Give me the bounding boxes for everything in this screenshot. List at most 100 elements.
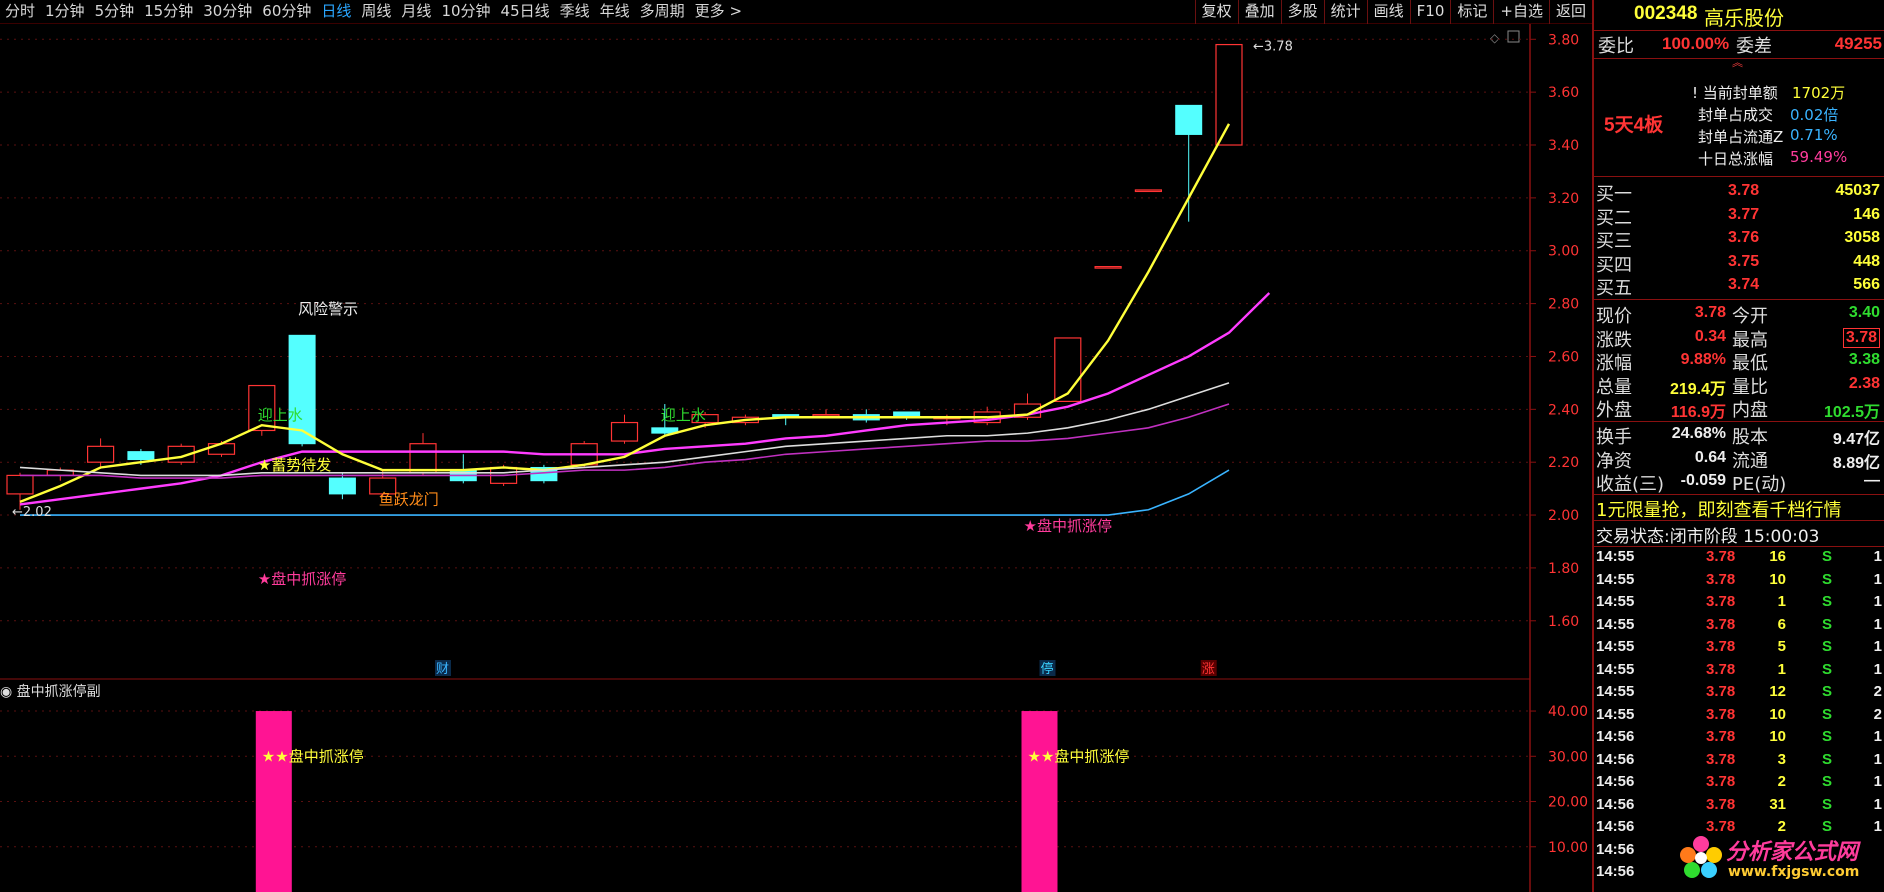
period-tab-1[interactable]: 1分钟: [40, 0, 90, 24]
kline-svg[interactable]: 高乐股份(日线,前复权) ◉ 盘中抓涨停主 主力成本:2.42 短期底部:2.1…: [0, 24, 1592, 680]
tool-button-5[interactable]: F10: [1409, 0, 1451, 24]
quote2-label-0-a: 换手: [1596, 427, 1632, 448]
main-kline-chart[interactable]: 高乐股份(日线,前复权) ◉ 盘中抓涨停主 主力成本:2.42 短期底部:2.1…: [0, 24, 1592, 680]
quote-value-2-b: 3.38: [1848, 351, 1880, 368]
seal-value-2: 0.71%: [1790, 126, 1838, 144]
price-tick-0: 3.80: [1548, 32, 1579, 48]
tick-side-2: S: [1822, 593, 1833, 610]
bid-price-1: 3.77: [1728, 205, 1760, 223]
bid-label-4: 买五: [1596, 278, 1632, 299]
sub-indicator-title[interactable]: ◉ 盘中抓涨停副: [0, 683, 101, 700]
event-tag-1[interactable]: 停: [1041, 661, 1054, 677]
tick-side-6: S: [1822, 683, 1833, 700]
watermark: 分析家公式网 www.fxjgsw.com: [1678, 826, 1882, 888]
tool-button-3[interactable]: 统计: [1323, 0, 1367, 24]
tick-time-9: 14:56: [1596, 750, 1635, 768]
tool-button-6[interactable]: 标记: [1450, 0, 1493, 24]
tool-button-4[interactable]: 画线: [1366, 0, 1410, 24]
quote-label-0-a: 现价: [1596, 306, 1632, 327]
candle-15[interactable]: [610, 414, 639, 444]
candle-body-0: [6, 474, 34, 495]
period-tab-3[interactable]: 15分钟: [139, 0, 198, 24]
tick-time-12: 14:56: [1596, 818, 1635, 835]
settings-diamond-icon[interactable]: ◇: [1490, 31, 1500, 45]
period-tab-6[interactable]: 日线: [316, 0, 356, 24]
tool-button-0[interactable]: 复权: [1194, 0, 1238, 24]
tick-side-5: S: [1822, 660, 1833, 678]
tick-volume-1: 10: [1769, 570, 1786, 588]
collapse-icon[interactable]: ︽: [1732, 57, 1746, 70]
price-tick-7: 2.40: [1548, 402, 1579, 418]
quote-value-1-a: 0.34: [1694, 327, 1726, 345]
event-tag-2[interactable]: 涨: [1202, 662, 1215, 677]
tool-button-1[interactable]: 叠加: [1237, 0, 1281, 24]
tick-time-5: 14:55: [1596, 660, 1635, 678]
period-tab-2[interactable]: 5分钟: [90, 0, 140, 24]
bid-price-3: 3.75: [1728, 252, 1760, 270]
promo-banner[interactable]: 1元限量抢，即刻查看千档行情: [1596, 496, 1841, 522]
candle-8[interactable]: [328, 472, 356, 500]
seal-value-3: 59.49%: [1790, 148, 1848, 166]
candle-body-30: [1215, 43, 1243, 146]
period-tab-5[interactable]: 60分钟: [257, 0, 316, 24]
tick-price-0: 3.78: [1706, 548, 1736, 565]
tick-price-4: 3.78: [1706, 638, 1736, 655]
candle-22[interactable]: [893, 411, 921, 420]
quote-label-2-b: 最低: [1732, 353, 1768, 374]
tool-button-2[interactable]: 多股: [1280, 0, 1324, 24]
tick-count-0: 1: [1873, 548, 1882, 565]
signal-bar-1: [1021, 711, 1058, 892]
chart-tools: 复权 叠加 多股 统计 画线 F10 标记 +自选 返回: [1194, 0, 1592, 24]
candle-21[interactable]: [852, 409, 880, 423]
period-tab-7[interactable]: 周线: [356, 0, 396, 24]
tick-count-2: 1: [1873, 593, 1882, 610]
candle-2[interactable]: [86, 438, 115, 468]
quote-value-2-a: 9.88%: [1680, 351, 1726, 368]
tick-price-12: 3.78: [1706, 818, 1736, 835]
tool-button-8[interactable]: 返回: [1548, 0, 1592, 24]
weicha-label: 委差: [1736, 36, 1772, 57]
period-tab-13[interactable]: 多周期: [635, 0, 690, 24]
sub-tick-1: 30.00: [1548, 749, 1588, 765]
period-tab-12[interactable]: 年线: [595, 0, 635, 24]
sub-indicator-svg[interactable]: ◉ 盘中抓涨停副 40.00 30.00 20.00 10.00 ★★盘中抓涨停 ★★盘中抓…: [0, 680, 1592, 892]
period-tab-4[interactable]: 30分钟: [198, 0, 257, 24]
close-box-icon[interactable]: [1507, 30, 1520, 43]
candle-30[interactable]: [1215, 43, 1243, 146]
period-tab-14[interactable]: 更多 >: [690, 0, 747, 24]
stock-name: 高乐股份: [1704, 6, 1784, 30]
tick-count-9: 1: [1873, 750, 1882, 768]
tick-volume-3: 6: [1777, 615, 1786, 633]
signal-bar-label-1: ★★盘中抓涨停: [1028, 747, 1130, 765]
candle-28[interactable]: [1134, 189, 1163, 193]
seal-label-2: 封单占流通Z: [1698, 128, 1784, 146]
sub-indicator-chart[interactable]: ◉ 盘中抓涨停副 40.00 30.00 20.00 10.00 ★★盘中抓涨停 ★★盘中抓…: [0, 680, 1592, 892]
bid-volume-3: 448: [1853, 252, 1880, 270]
signal-marker-3: ★蓄势待发: [258, 456, 331, 474]
tick-price-10: 3.78: [1706, 773, 1736, 790]
tick-side-11: S: [1822, 795, 1833, 813]
period-tab-8[interactable]: 月线: [396, 0, 436, 24]
quote-label-2-a: 涨幅: [1596, 353, 1632, 374]
tick-side-3: S: [1822, 615, 1833, 633]
candle-27[interactable]: [1094, 265, 1122, 269]
low-price-label: ←2.02: [12, 505, 52, 520]
bid-volume-2: 3058: [1844, 229, 1880, 246]
tick-volume-12: 2: [1777, 818, 1786, 835]
bid-volume-0: 45037: [1835, 182, 1881, 199]
period-tab-10[interactable]: 45日线: [496, 0, 555, 24]
tick-price-8: 3.78: [1706, 728, 1736, 745]
candle-29[interactable]: [1175, 104, 1203, 222]
sub-tick-3: 10.00: [1548, 840, 1588, 856]
period-tab-0[interactable]: 分时: [0, 0, 40, 24]
period-tab-9[interactable]: 10分钟: [436, 0, 495, 24]
signal-bar-0: [255, 711, 292, 892]
seal-label-0: ! 当前封单额: [1692, 84, 1778, 102]
tool-button-7[interactable]: +自选: [1493, 0, 1549, 24]
quote2-value-2-b: —: [1864, 472, 1880, 489]
price-tick-5: 2.80: [1548, 297, 1579, 313]
period-tab-11[interactable]: 季线: [555, 0, 595, 24]
event-tag-0[interactable]: 财: [436, 662, 449, 677]
signal-marker-6: ★盘中抓涨停: [1024, 517, 1112, 535]
tick-side-0: S: [1822, 548, 1833, 565]
